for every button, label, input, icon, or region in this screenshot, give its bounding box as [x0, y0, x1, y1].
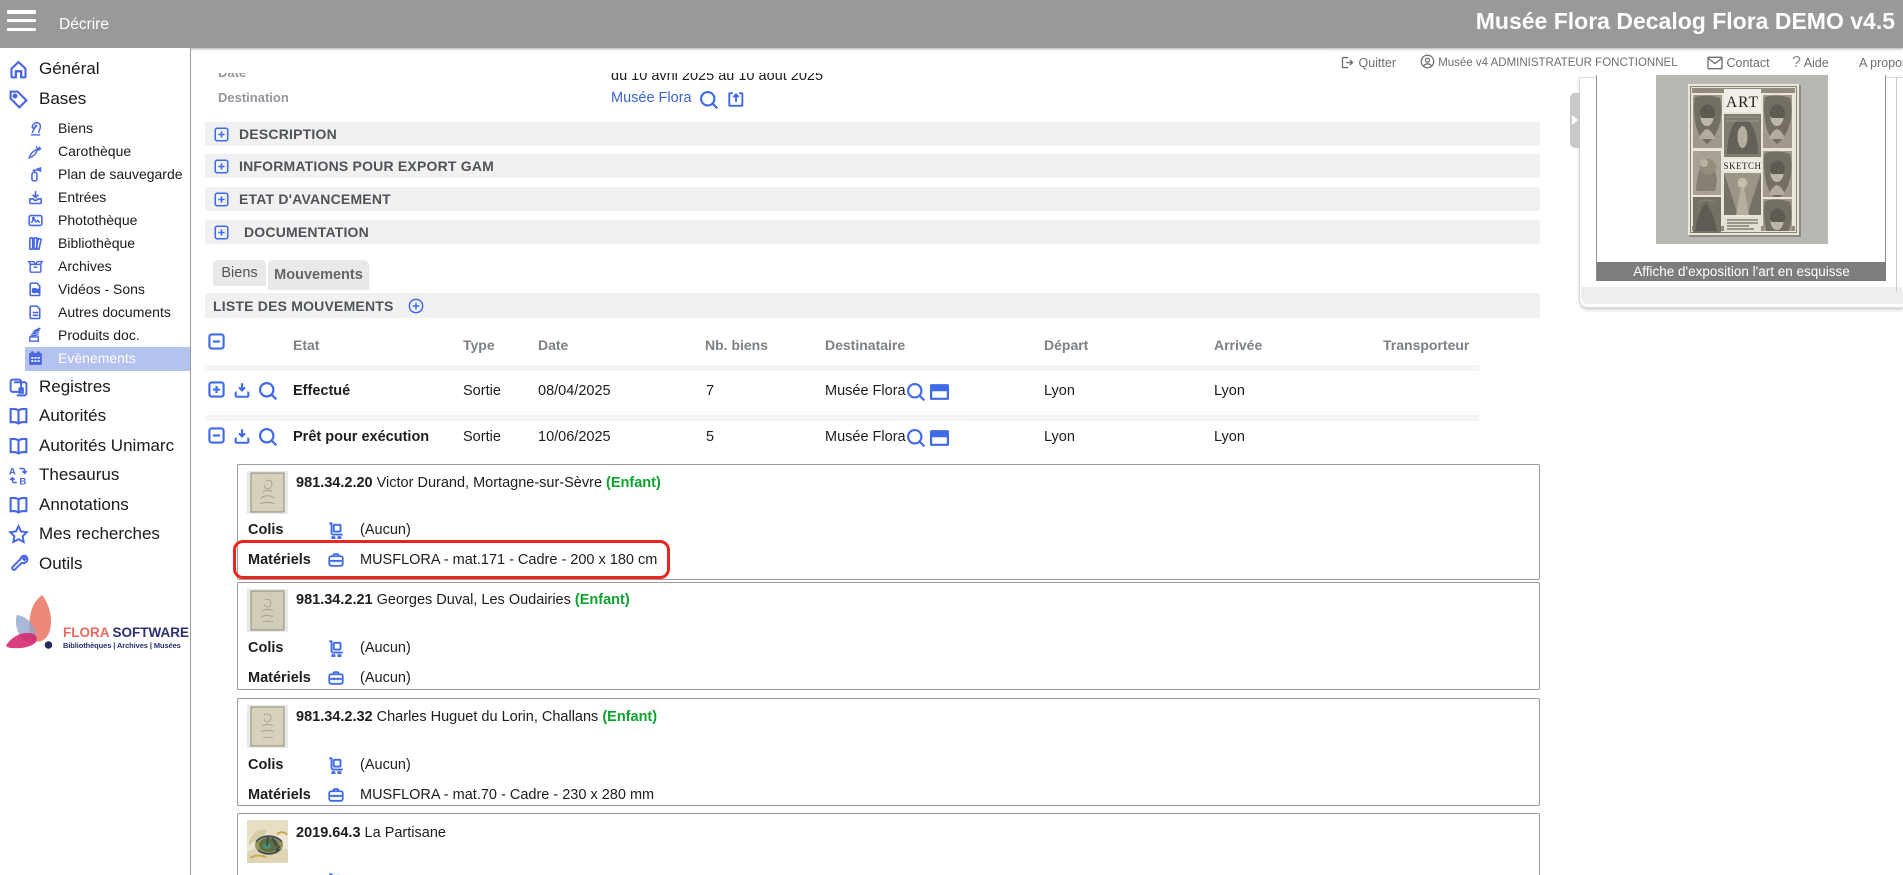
- svg-text:Bibliothèques | Archives | Mus: Bibliothèques | Archives | Musées: [63, 641, 181, 650]
- svg-text:ART: ART: [1726, 94, 1759, 111]
- svg-text:SOFTWARE: SOFTWARE: [113, 625, 190, 640]
- svg-text:A: A: [9, 466, 16, 477]
- svg-text:FLORA: FLORA: [63, 625, 110, 640]
- svg-text:SKETCH: SKETCH: [1723, 161, 1761, 171]
- svg-text:B: B: [19, 476, 26, 486]
